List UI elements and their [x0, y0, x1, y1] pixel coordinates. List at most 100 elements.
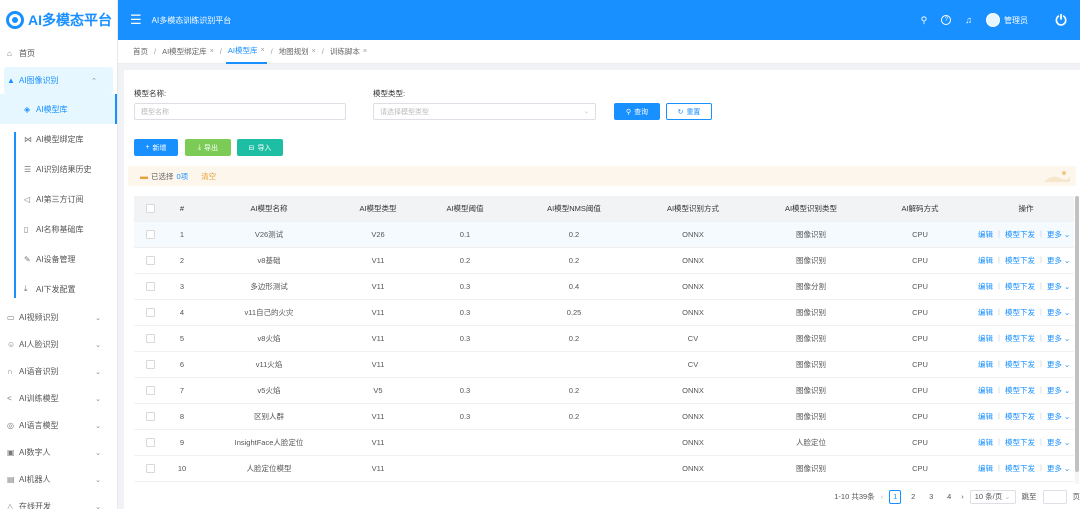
checkbox[interactable] — [145, 386, 155, 395]
menu-fold-icon[interactable]: ☰ — [130, 12, 142, 28]
power-icon[interactable]: ⏻ — [1042, 0, 1080, 40]
row-checkbox[interactable] — [134, 334, 166, 343]
sidebar-group-speech[interactable]: ∩ AI语音识别 ⌄ — [0, 358, 117, 385]
table-row[interactable]: 3 多边形测试 V11 0.3 0.4 ONNX 图像分割 CPU 编辑 | 模型下发 | 更多 ⌄ — [134, 274, 1074, 300]
export-button[interactable]: ⤓ 导出 — [185, 139, 231, 156]
sidebar-item-result-history[interactable]: ☰ AI识别结果历史 — [0, 154, 117, 184]
row-checkbox[interactable] — [134, 386, 166, 395]
import-button[interactable]: ⊟ 导入 — [237, 139, 283, 156]
table-row[interactable]: 4 v11自己的火灾 V11 0.3 0.25 ONNX 图像识别 CPU 编辑 | 模型下发 | 更多… — [134, 300, 1074, 326]
edit-link[interactable]: 编辑 — [978, 281, 993, 292]
user-name[interactable]: 管理员 — [1004, 15, 1028, 26]
sidebar-group-language[interactable]: ◎ AI语言模型 ⌄ — [0, 412, 117, 439]
edit-link[interactable]: 编辑 — [978, 385, 993, 396]
clear-selection-link[interactable]: 清空 — [201, 171, 216, 182]
edit-link[interactable]: 编辑 — [978, 255, 993, 266]
tab-model-binding[interactable]: AI模型绑定库 × — [160, 40, 216, 64]
table-row[interactable]: 10 人脸定位模型 V11 ONNX 图像识别 CPU 编辑 | 模型下发 | 更多 ⌄ — [134, 456, 1074, 482]
table-row[interactable]: 2 v8基础 V11 0.2 0.2 ONNX 图像识别 CPU 编辑 | 模型下发 | 更多 ⌄ — [134, 248, 1074, 274]
more-dropdown[interactable]: 更多 ⌄ — [1047, 359, 1070, 370]
table-row[interactable]: 6 v11火焰 V11 CV 图像识别 CPU 编辑 | 模型下发 | 更多 ⌄ — [134, 352, 1074, 378]
edit-link[interactable]: 编辑 — [978, 437, 993, 448]
jump-page-input[interactable] — [1042, 489, 1067, 504]
sidebar-group-online-dev[interactable]: △ 在线开发 ⌄ — [0, 493, 117, 509]
bell-icon[interactable]: ♫ — [965, 15, 972, 25]
checkbox[interactable] — [145, 412, 155, 421]
add-button[interactable]: + 新增 — [134, 139, 178, 156]
checkbox[interactable] — [145, 204, 155, 213]
search-icon[interactable]: ⚲ — [921, 15, 928, 26]
tab-model-library[interactable]: AI模型库 × — [225, 40, 267, 64]
tab-map-planning[interactable]: 地图规划 × — [277, 40, 318, 64]
next-page-icon[interactable]: › — [961, 492, 964, 501]
close-icon[interactable]: × — [363, 48, 367, 55]
select-all-checkbox[interactable] — [134, 204, 166, 213]
deploy-link[interactable]: 模型下发 — [1005, 437, 1035, 448]
model-type-select[interactable]: 请选择模型类型 ⌄ — [373, 103, 596, 120]
deploy-link[interactable]: 模型下发 — [1005, 255, 1035, 266]
logo[interactable]: AI多模态平台 — [0, 0, 118, 40]
close-icon[interactable]: × — [312, 48, 316, 55]
reset-button[interactable]: ↻ 重置 — [666, 103, 712, 120]
close-icon[interactable]: × — [260, 47, 264, 54]
checkbox[interactable] — [145, 360, 155, 369]
checkbox[interactable] — [145, 230, 155, 239]
help-icon[interactable]: ? — [941, 15, 952, 25]
sidebar-group-video[interactable]: ▭ AI视频识别 ⌄ — [0, 304, 117, 331]
row-checkbox[interactable] — [134, 256, 166, 265]
row-checkbox[interactable] — [134, 308, 166, 317]
crumb-home[interactable]: 首页 — [131, 40, 150, 64]
sidebar-item-device-mgmt[interactable]: ✎ AI设备管理 — [0, 244, 117, 274]
deploy-link[interactable]: 模型下发 — [1005, 307, 1035, 318]
page-3[interactable]: 3 — [925, 490, 937, 504]
edit-link[interactable]: 编辑 — [978, 229, 993, 240]
edit-link[interactable]: 编辑 — [978, 411, 993, 422]
sidebar-item-model-library[interactable]: ◈ AI模型库 — [0, 94, 117, 124]
page-2[interactable]: 2 — [907, 490, 919, 504]
sidebar-item-third-party[interactable]: ◁ AI第三方订阅 — [0, 184, 117, 214]
more-dropdown[interactable]: 更多 ⌄ — [1047, 281, 1070, 292]
more-dropdown[interactable]: 更多 ⌄ — [1047, 333, 1070, 344]
checkbox[interactable] — [145, 256, 155, 265]
more-dropdown[interactable]: 更多 ⌄ — [1047, 437, 1070, 448]
close-icon[interactable]: × — [210, 48, 214, 55]
tab-training-script[interactable]: 训练脚本 × — [328, 40, 369, 64]
more-dropdown[interactable]: 更多 ⌄ — [1047, 411, 1070, 422]
table-row[interactable]: 7 v5火焰 V5 0.3 0.2 ONNX 图像识别 CPU 编辑 | 模型下发 | 更多 ⌄ — [134, 378, 1074, 404]
sidebar-item-home[interactable]: ⌂ 首页 — [0, 40, 117, 67]
row-checkbox[interactable] — [134, 230, 166, 239]
more-dropdown[interactable]: 更多 ⌄ — [1047, 229, 1070, 240]
checkbox[interactable] — [145, 334, 155, 343]
row-checkbox[interactable] — [134, 360, 166, 369]
sidebar-item-name-base[interactable]: ▯ AI名称基础库 — [0, 214, 117, 244]
edit-link[interactable]: 编辑 — [978, 333, 993, 344]
page-1[interactable]: 1 — [889, 489, 902, 504]
sidebar-group-robot[interactable]: ▤ AI机器人 ⌄ — [0, 466, 117, 493]
model-name-input[interactable]: 模型名称 — [134, 103, 346, 120]
checkbox[interactable] — [145, 438, 155, 447]
deploy-link[interactable]: 模型下发 — [1005, 229, 1035, 240]
deploy-link[interactable]: 模型下发 — [1005, 411, 1035, 422]
edit-link[interactable]: 编辑 — [978, 463, 993, 474]
more-dropdown[interactable]: 更多 ⌄ — [1047, 255, 1070, 266]
deploy-link[interactable]: 模型下发 — [1005, 359, 1035, 370]
checkbox[interactable] — [145, 464, 155, 473]
deploy-link[interactable]: 模型下发 — [1005, 281, 1035, 292]
row-checkbox[interactable] — [134, 282, 166, 291]
sidebar-group-image-recognition[interactable]: ▲ AI图像识别 ⌃ — [4, 67, 113, 94]
avatar[interactable] — [986, 13, 1000, 27]
checkbox[interactable] — [145, 282, 155, 291]
row-checkbox[interactable] — [134, 464, 166, 473]
more-dropdown[interactable]: 更多 ⌄ — [1047, 307, 1070, 318]
more-dropdown[interactable]: 更多 ⌄ — [1047, 385, 1070, 396]
sidebar-group-face[interactable]: ☺ AI人脸识别 ⌄ — [0, 331, 117, 358]
table-row[interactable]: 9 InsightFace人脸定位 V11 ONNX 人脸定位 CPU 编辑 | 模型下发 | 更多… — [134, 430, 1074, 456]
checkbox[interactable] — [145, 308, 155, 317]
edit-link[interactable]: 编辑 — [978, 359, 993, 370]
deploy-link[interactable]: 模型下发 — [1005, 333, 1035, 344]
page-size-select[interactable]: 10 条/页 ⌄ — [969, 489, 1016, 504]
sidebar-item-deploy-config[interactable]: ⤓ AI下发配置 — [0, 274, 117, 304]
edit-link[interactable]: 编辑 — [978, 307, 993, 318]
table-row[interactable]: 8 区别人群 V11 0.3 0.2 ONNX 图像识别 CPU 编辑 | 模型下发 | 更多 ⌄ — [134, 404, 1074, 430]
page-4[interactable]: 4 — [943, 490, 955, 504]
